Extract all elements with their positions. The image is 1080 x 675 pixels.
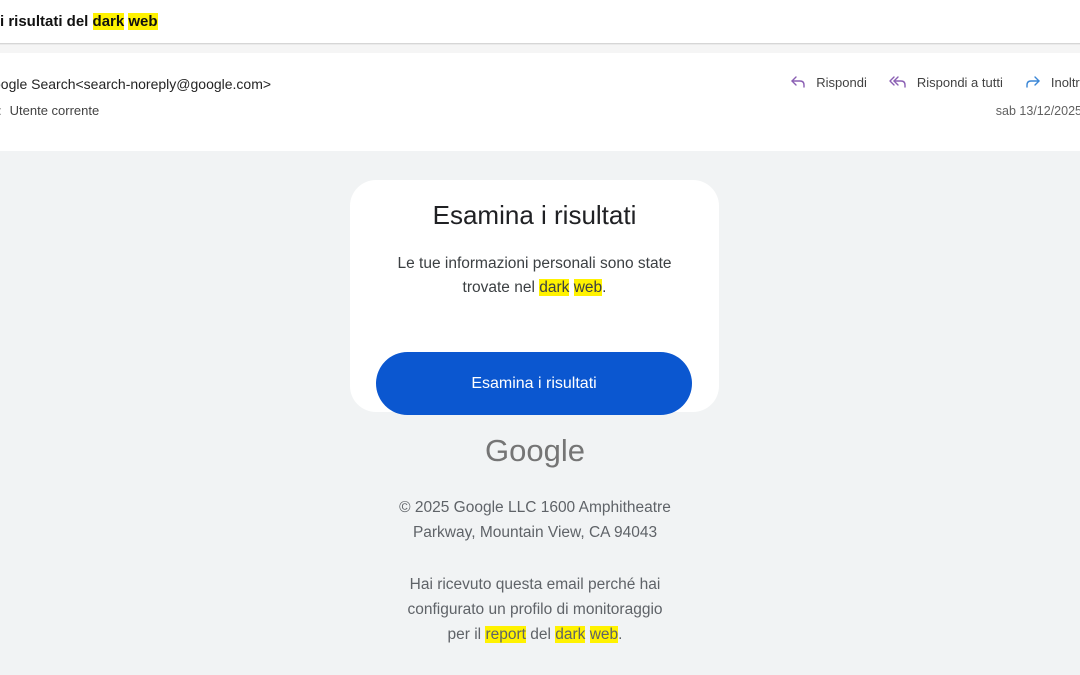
reply-all-label: Rispondi a tutti — [916, 74, 1003, 90]
footer-copyright: © 2025 Google LLC 1600 Amphitheatre Park… — [380, 495, 690, 545]
message-header: oogle Search<search-noreply@google.com> … — [0, 53, 1080, 151]
footer-reason-line1: Hai ricevuto questa email perché hai — [409, 576, 661, 593]
forward-icon — [1026, 76, 1040, 88]
footer-highlight-dark: dark — [555, 626, 586, 643]
forward-label: Inoltra — [1050, 74, 1080, 90]
message-actions: Rispondi Rispondi a tutti Inoltra — [768, 72, 1080, 92]
footer-reason-line3-prefix: per il — [447, 626, 486, 643]
google-logo: Google — [485, 435, 585, 468]
reply-all-icon — [889, 76, 906, 88]
reply-icon — [791, 76, 805, 88]
card-message-line1: Le tue informazioni personali sono state — [397, 255, 672, 272]
subject-prefix: i risultati del — [0, 13, 93, 30]
reply-button[interactable]: Rispondi — [790, 72, 867, 92]
subject-highlight-dark: dark — [92, 13, 125, 30]
subject-title: i risultati del dark web — [0, 13, 158, 30]
footer-reason: Hai ricevuto questa email perché hai con… — [380, 572, 690, 647]
message-date: sab 13/12/2025 — [995, 104, 1080, 118]
alert-card: Esamina i risultati Le tue informazioni … — [350, 180, 719, 415]
card-title: Esamina i risultati — [432, 200, 637, 230]
recipient-label: : — [0, 103, 2, 118]
footer-highlight-report: report — [485, 626, 526, 643]
footer-reason-line2: configurato un profilo di monitoraggio — [407, 601, 663, 618]
card-message: Le tue informazioni personali sono state… — [370, 252, 699, 300]
recipient-name[interactable]: Utente corrente — [10, 103, 100, 118]
footer-highlight-web: web — [589, 626, 619, 643]
footer-copyright-line1: © 2025 Google LLC 1600 Amphitheatre — [399, 499, 671, 516]
footer-copyright-line2: Parkway, Mountain View, CA 94043 — [412, 524, 658, 541]
reply-all-button[interactable]: Rispondi a tutti — [889, 72, 1003, 92]
card-highlight-dark: dark — [539, 279, 570, 296]
sender[interactable]: oogle Search<search-noreply@google.com> — [0, 76, 271, 92]
footer-reason-suffix: . — [618, 626, 623, 643]
reply-label: Rispondi — [816, 74, 867, 90]
subject-bar: i risultati del dark web — [0, 0, 1080, 44]
footer-reason-mid: del — [525, 626, 556, 643]
thread-divider — [0, 45, 1080, 53]
card-highlight-web: web — [573, 279, 603, 296]
google-logo-text: Google — [485, 435, 585, 468]
forward-button[interactable]: Inoltra — [1025, 72, 1080, 92]
review-results-button[interactable]: Esamina i risultati — [376, 352, 692, 415]
subject-highlight-web: web — [128, 13, 158, 30]
email-body: Esamina i risultati Le tue informazioni … — [0, 151, 1080, 675]
card-message-line2-prefix: trovate nel — [462, 279, 540, 296]
recipient-line: : Utente corrente — [0, 103, 99, 118]
card-message-line2-suffix: . — [602, 279, 607, 296]
